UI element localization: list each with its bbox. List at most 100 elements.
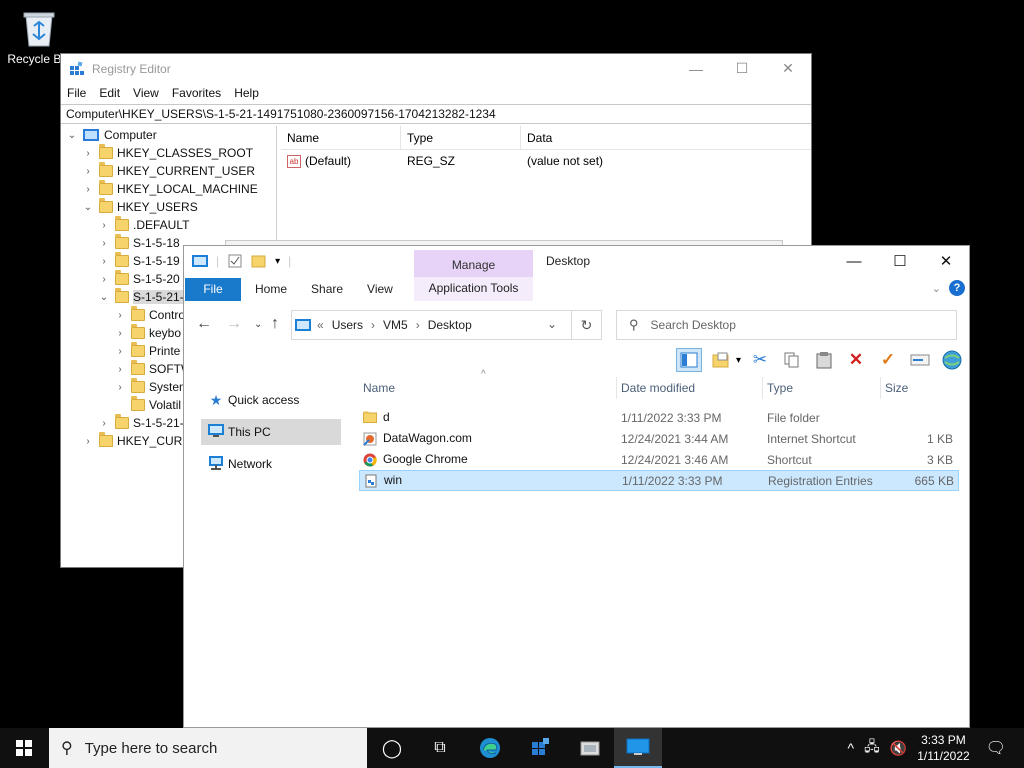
chevron-down-icon[interactable]: ⌄ — [67, 130, 77, 141]
properties-icon[interactable] — [227, 254, 243, 268]
menu-edit[interactable]: Edit — [99, 86, 120, 100]
help-icon[interactable]: ? — [949, 280, 965, 296]
column-size[interactable]: Size — [881, 377, 957, 399]
explorer-maximize-button[interactable]: ☐ — [877, 246, 923, 276]
chevron-right-icon[interactable]: › — [83, 148, 93, 159]
nav-network[interactable]: Network — [184, 451, 359, 477]
options-dropdown-icon[interactable]: ▾ — [736, 355, 741, 366]
layout-pane-icon[interactable] — [675, 348, 702, 372]
checkmark-icon[interactable]: ✓ — [875, 348, 901, 372]
chevron-right-icon[interactable]: › — [115, 328, 125, 339]
nav-this-pc[interactable]: This PC — [201, 419, 341, 445]
expand-ribbon-icon[interactable]: ⌄ — [932, 282, 941, 295]
file-explorer-window[interactable]: | ▾ | Manage Desktop — ☐ ✕ File Home Sha… — [183, 245, 970, 728]
breadcrumb-overflow[interactable]: « — [317, 318, 324, 332]
tree-item[interactable]: ⌄ HKEY_USERS — [61, 198, 276, 216]
menu-file[interactable]: File — [67, 86, 86, 100]
tree-item[interactable]: › HKEY_LOCAL_MACHINE — [61, 180, 276, 198]
tree-item[interactable]: › HKEY_CLASSES_ROOT — [61, 144, 276, 162]
explorer-title-bar[interactable]: | ▾ | Manage Desktop — ☐ ✕ — [184, 246, 969, 277]
tab-share[interactable]: Share — [299, 278, 355, 301]
search-desktop-input[interactable]: ⚲ Search Desktop — [616, 310, 957, 340]
back-arrow-icon[interactable]: ← — [196, 315, 212, 333]
refresh-icon[interactable]: ↻ — [571, 311, 601, 339]
breadcrumb-desktop[interactable]: Desktop — [428, 318, 472, 332]
registry-editor-taskbar-button[interactable] — [566, 728, 614, 768]
menu-help[interactable]: Help — [234, 86, 259, 100]
chevron-right-icon[interactable]: › — [115, 364, 125, 375]
server-manager-taskbar-button[interactable] — [516, 728, 564, 768]
column-name[interactable]: Name — [281, 125, 401, 150]
up-arrow-icon[interactable]: ↑ — [271, 315, 279, 333]
tab-file[interactable]: File — [185, 277, 241, 301]
volume-muted-icon[interactable]: 🔇 — [890, 740, 907, 757]
network-status-icon[interactable]: 🖧 — [864, 736, 880, 760]
regedit-close-button[interactable]: ✕ — [765, 54, 811, 83]
column-type[interactable]: Type — [401, 125, 521, 150]
explorer-close-button[interactable]: ✕ — [923, 246, 969, 276]
breadcrumb-separator-icon[interactable]: › — [416, 318, 420, 332]
taskbar-search-box[interactable]: ⚲ Type here to search — [49, 728, 367, 768]
chevron-right-icon[interactable]: › — [83, 184, 93, 195]
tab-manage[interactable]: Manage — [414, 250, 533, 277]
file-explorer-taskbar-button[interactable] — [614, 728, 662, 768]
chevron-right-icon[interactable]: › — [83, 436, 93, 447]
chevron-right-icon[interactable]: › — [99, 256, 109, 267]
regedit-minimize-button[interactable]: — — [673, 54, 719, 83]
recent-locations-chevron-icon[interactable]: ⌄ — [254, 319, 262, 330]
copy-icon[interactable] — [779, 348, 805, 372]
column-date-modified[interactable]: Date modified — [617, 377, 763, 399]
chevron-right-icon[interactable]: › — [99, 238, 109, 249]
breadcrumb-users[interactable]: Users — [332, 318, 363, 332]
column-data[interactable]: Data — [521, 126, 771, 150]
edge-taskbar-button[interactable] — [466, 728, 514, 768]
chevron-right-icon[interactable]: › — [115, 382, 125, 393]
start-button[interactable] — [0, 728, 48, 768]
nav-quick-access[interactable]: ★ Quick access — [184, 387, 359, 413]
taskbar-clock[interactable]: 3:33 PM 1/11/2022 — [917, 732, 970, 764]
cortana-button[interactable]: ◯ — [368, 728, 416, 768]
forward-arrow-icon[interactable]: → — [226, 315, 242, 333]
file-list[interactable]: ^ Name Date modified Type Size d 1/11/202… — [359, 369, 959, 727]
tree-item[interactable]: › .DEFAULT — [61, 216, 276, 234]
chevron-right-icon[interactable]: › — [99, 220, 109, 231]
chevron-down-icon[interactable]: ⌄ — [83, 202, 93, 213]
breadcrumb-vm5[interactable]: VM5 — [383, 318, 408, 332]
column-name[interactable]: Name — [359, 377, 617, 399]
regedit-maximize-button[interactable]: ☐ — [719, 54, 765, 83]
chevron-right-icon[interactable]: › — [115, 310, 125, 321]
chevron-right-icon[interactable]: › — [99, 274, 109, 285]
new-folder-icon[interactable] — [251, 254, 267, 268]
notification-center-icon[interactable]: 🗨 — [986, 738, 1006, 758]
file-row[interactable]: DataWagon.com 12/24/2021 3:44 AM Internet … — [359, 428, 959, 449]
tab-view[interactable]: View — [355, 278, 405, 301]
value-row[interactable]: ab (Default) REG_SZ (value not set) — [281, 150, 811, 172]
internet-globe-icon[interactable] — [939, 348, 965, 372]
menu-favorites[interactable]: Favorites — [172, 86, 221, 100]
tab-application-tools[interactable]: Application Tools — [414, 277, 533, 301]
chevron-right-icon[interactable]: › — [115, 346, 125, 357]
file-row[interactable]: d 1/11/2022 3:33 PM File folder — [359, 407, 959, 428]
tree-item-computer[interactable]: ⌄ Computer — [61, 126, 276, 144]
chevron-down-icon[interactable]: ⌄ — [99, 292, 109, 303]
file-row[interactable]: Google Chrome 12/24/2021 3:46 AM Shortcut 3… — [359, 449, 959, 470]
explorer-minimize-button[interactable]: — — [831, 246, 877, 276]
chevron-right-icon[interactable]: › — [99, 418, 109, 429]
menu-view[interactable]: View — [133, 86, 159, 100]
paste-icon[interactable] — [811, 348, 837, 372]
file-row[interactable]: win 1/11/2022 3:33 PM Registration Entries… — [359, 470, 959, 491]
folder-options-icon[interactable] — [708, 348, 734, 372]
chevron-right-icon[interactable]: › — [83, 166, 93, 177]
regedit-title-bar[interactable]: Registry Editor — ☐ ✕ — [61, 54, 811, 83]
task-view-button[interactable]: ⧉ — [416, 728, 464, 768]
tree-item[interactable]: › HKEY_CURRENT_USER — [61, 162, 276, 180]
show-hidden-icons-chevron-icon[interactable]: ^ — [848, 740, 855, 756]
rename-icon[interactable] — [907, 348, 933, 372]
regedit-address-bar[interactable]: Computer\HKEY_USERS\S-1-5-21-1491751080-… — [61, 104, 811, 124]
customize-qat-icon[interactable]: ▾ — [275, 256, 280, 267]
address-dropdown-icon[interactable]: ⌄ — [547, 317, 557, 331]
explorer-address-bar[interactable]: « Users › VM5 › Desktop ⌄ ↻ — [291, 310, 602, 340]
breadcrumb-separator-icon[interactable]: › — [371, 318, 375, 332]
delete-icon[interactable]: ✕ — [843, 348, 869, 372]
tab-home[interactable]: Home — [243, 278, 299, 301]
